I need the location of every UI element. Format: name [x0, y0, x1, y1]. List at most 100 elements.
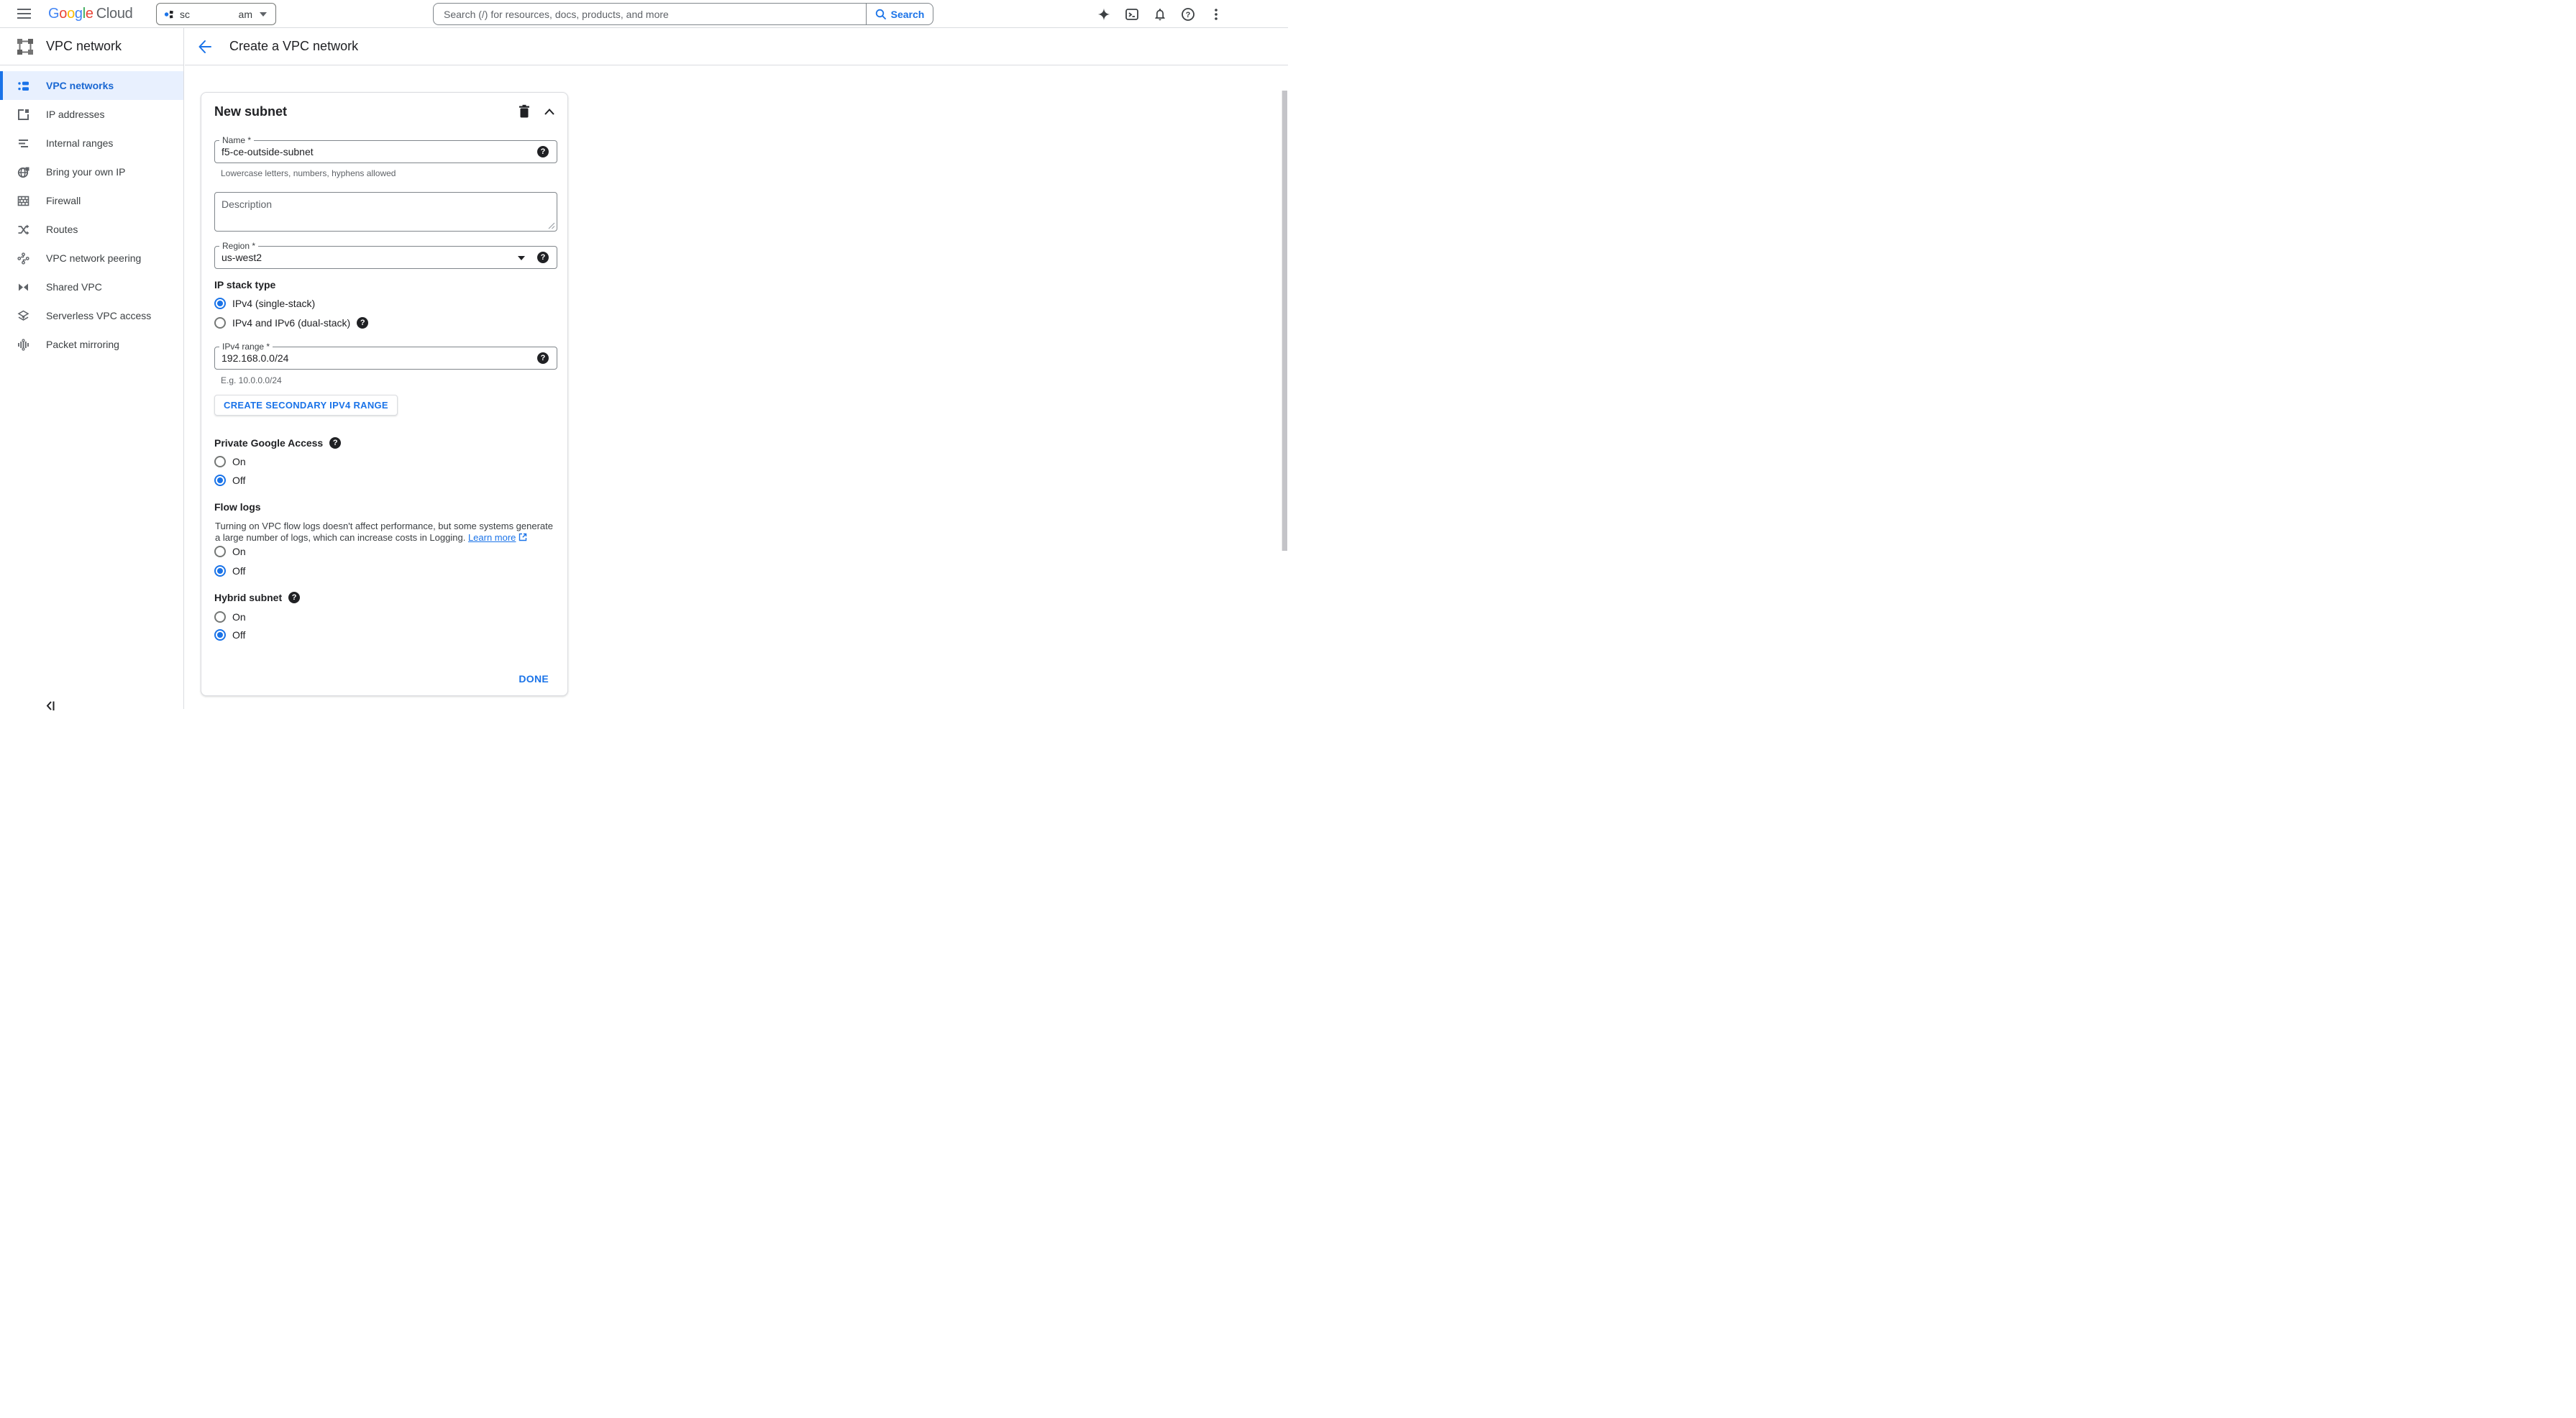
description-input[interactable] [214, 192, 557, 232]
learn-more-link[interactable]: Learn more [468, 532, 516, 543]
private-google-access-on-option[interactable]: On [214, 456, 246, 467]
sidebar-item-label: Shared VPC [46, 281, 102, 293]
sidebar-item-label: Packet mirroring [46, 339, 119, 350]
radio-label: Off [232, 475, 245, 486]
flow-logs-label: Flow logs [214, 501, 261, 513]
region-field-label: Region * [219, 241, 258, 251]
private-google-access-off-option[interactable]: Off [214, 475, 245, 486]
radio-unselected-icon[interactable] [214, 456, 226, 467]
vpc-network-peering-icon [17, 252, 29, 265]
radio-selected-icon[interactable] [214, 475, 226, 486]
private-google-access-label: Private Google Access ? [214, 437, 341, 449]
radio-selected-icon[interactable] [214, 565, 226, 577]
hybrid-subnet-label: Hybrid subnet ? [214, 592, 300, 603]
topbar-icon-group: ? [1097, 0, 1223, 28]
ipv4-range-help-icon[interactable]: ? [537, 352, 549, 364]
back-arrow-icon[interactable] [197, 39, 213, 55]
ipv4-ipv6-dual-stack-option[interactable]: IPv4 and IPv6 (dual-stack) ? [214, 317, 368, 329]
region-help-icon[interactable]: ? [537, 252, 549, 263]
hybrid-subnet-help-icon[interactable]: ? [288, 592, 300, 603]
more-vert-icon[interactable] [1209, 7, 1223, 22]
gcp-console-page: GoogleCloud sc am Search [0, 0, 1288, 709]
sidebar: VPC network VPC networks IP addresses In… [0, 28, 184, 709]
bring-your-own-ip-icon [17, 166, 29, 178]
sidebar-item-label: Bring your own IP [46, 166, 126, 178]
sidebar-item-internal-ranges[interactable]: Internal ranges [0, 129, 183, 157]
project-icon [164, 9, 174, 19]
radio-unselected-icon[interactable] [214, 611, 226, 623]
ip-addresses-icon [17, 109, 29, 121]
routes-icon [17, 224, 29, 236]
sidebar-item-serverless-vpc-access[interactable]: Serverless VPC access [0, 301, 183, 330]
create-secondary-ipv4-range-button[interactable]: CREATE SECONDARY IPV4 RANGE [214, 395, 398, 416]
help-icon[interactable]: ? [1181, 7, 1195, 22]
sidebar-item-vpc-networks[interactable]: VPC networks [0, 71, 183, 100]
radio-label: Off [232, 629, 245, 641]
region-select[interactable] [215, 247, 557, 268]
flow-logs-off-option[interactable]: Off [214, 565, 245, 577]
gemini-icon[interactable] [1097, 7, 1111, 22]
hybrid-subnet-on-option[interactable]: On [214, 611, 246, 623]
sidebar-item-label: Internal ranges [46, 137, 113, 149]
description-field [214, 192, 557, 232]
search-button[interactable]: Search [866, 4, 933, 24]
sidebar-nav: VPC networks IP addresses Internal range… [0, 71, 183, 359]
global-search-bar: Search [433, 3, 933, 25]
region-field: Region * ? [214, 246, 557, 269]
collapse-sidebar-icon[interactable] [45, 700, 56, 715]
sidebar-item-label: IP addresses [46, 109, 104, 120]
sidebar-item-firewall[interactable]: Firewall [0, 186, 183, 215]
section-label-text: Private Google Access [214, 437, 323, 449]
firewall-icon [17, 195, 29, 207]
name-input[interactable] [215, 141, 557, 163]
section-label-text: Hybrid subnet [214, 592, 282, 603]
notifications-icon[interactable] [1153, 7, 1167, 22]
project-name-right: am [239, 9, 252, 20]
project-selector[interactable]: sc am [156, 3, 276, 25]
sidebar-item-ip-addresses[interactable]: IP addresses [0, 100, 183, 129]
sidebar-item-bring-your-own-ip[interactable]: Bring your own IP [0, 157, 183, 186]
hybrid-subnet-off-option[interactable]: Off [214, 629, 245, 641]
name-field-hint: Lowercase letters, numbers, hyphens allo… [221, 168, 396, 178]
card-title: New subnet [214, 104, 287, 119]
hamburger-menu-icon[interactable] [17, 9, 32, 19]
done-button[interactable]: DONE [513, 669, 554, 689]
internal-ranges-icon [17, 137, 29, 150]
flow-logs-on-option[interactable]: On [214, 546, 246, 557]
sidebar-item-label: Serverless VPC access [46, 310, 151, 321]
name-field: Name * ? [214, 140, 557, 163]
vertical-scrollbar[interactable] [1282, 91, 1287, 551]
radio-selected-icon[interactable] [214, 629, 226, 641]
name-help-icon[interactable]: ? [537, 146, 549, 157]
page-header: Create a VPC network [185, 28, 1288, 65]
svg-text:?: ? [1186, 11, 1191, 19]
collapse-card-icon[interactable] [541, 103, 558, 120]
region-dropdown-icon[interactable] [518, 256, 525, 260]
sidebar-item-shared-vpc[interactable]: Shared VPC [0, 273, 183, 301]
sidebar-item-packet-mirroring[interactable]: Packet mirroring [0, 330, 183, 359]
sidebar-item-vpc-network-peering[interactable]: VPC network peering [0, 244, 183, 273]
dual-stack-help-icon[interactable]: ? [357, 317, 368, 329]
radio-unselected-icon[interactable] [214, 546, 226, 557]
ipv4-single-stack-option[interactable]: IPv4 (single-stack) [214, 298, 315, 309]
sidebar-header: VPC network [0, 28, 183, 65]
radio-unselected-icon[interactable] [214, 317, 226, 329]
vpc-networks-icon [17, 80, 29, 92]
radio-label: IPv4 (single-stack) [232, 298, 315, 309]
delete-subnet-icon[interactable] [516, 103, 533, 120]
sidebar-item-label: VPC network peering [46, 252, 141, 264]
project-name-left: sc [180, 9, 190, 20]
cloud-shell-icon[interactable] [1125, 7, 1139, 22]
private-google-access-help-icon[interactable]: ? [329, 437, 341, 449]
sidebar-item-label: Routes [46, 224, 78, 235]
search-button-label: Search [891, 9, 925, 20]
sidebar-item-routes[interactable]: Routes [0, 215, 183, 244]
ipv4-range-label: IPv4 range * [219, 342, 273, 352]
search-input[interactable] [434, 4, 866, 24]
top-bar: GoogleCloud sc am Search [0, 0, 1288, 28]
sidebar-title: VPC network [46, 39, 122, 54]
radio-label: On [232, 611, 246, 623]
flow-logs-description: Turning on VPC flow logs doesn't affect … [215, 521, 560, 544]
radio-selected-icon[interactable] [214, 298, 226, 309]
external-link-icon [519, 533, 527, 541]
